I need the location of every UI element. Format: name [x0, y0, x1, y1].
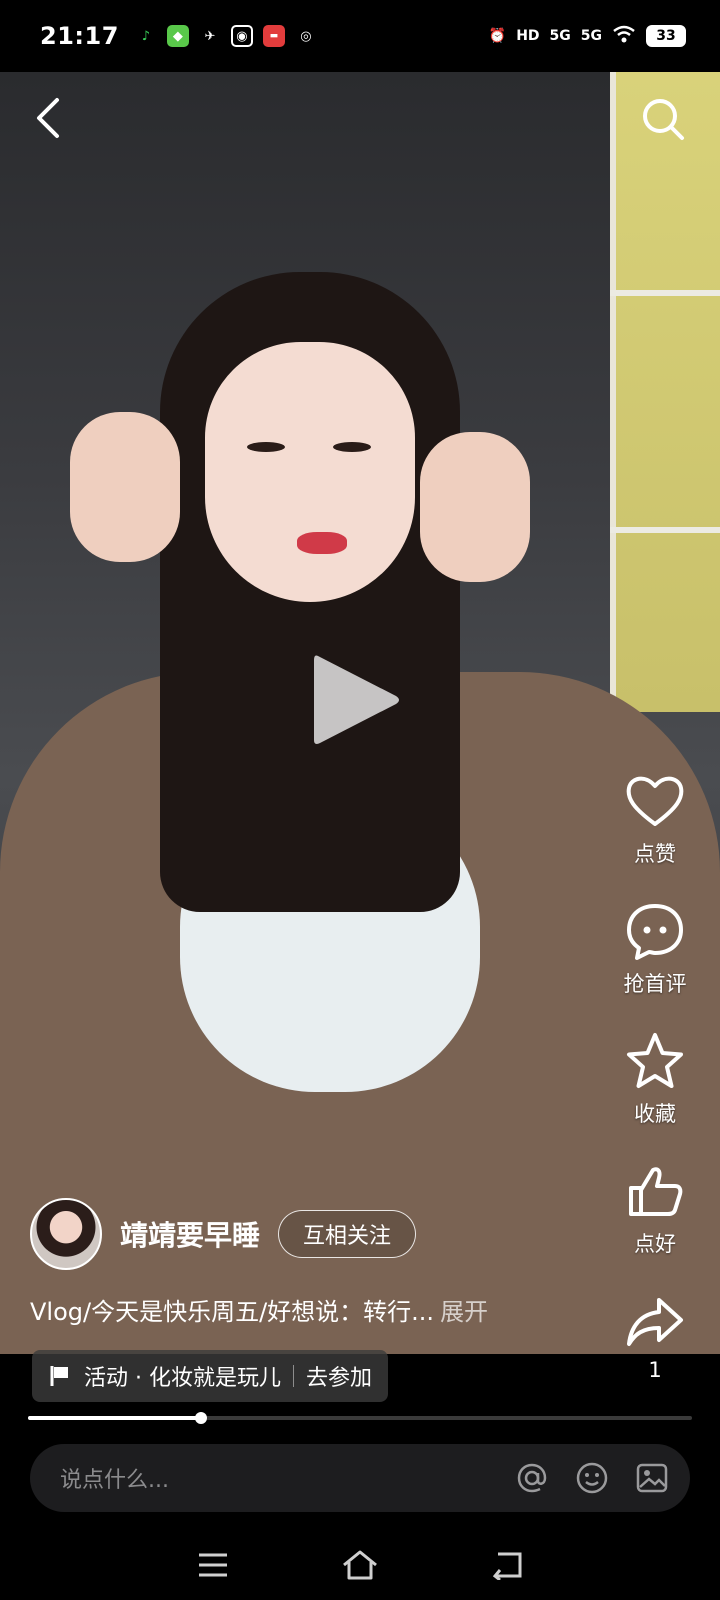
hd-badge: HD — [516, 28, 540, 44]
progress-fill — [28, 1416, 201, 1420]
activity-label: 活动 · 化妆就是玩儿 — [84, 1366, 281, 1391]
alarm-icon: ⏰ — [488, 28, 507, 44]
comment-icon — [627, 904, 683, 960]
good-label: 点好 — [634, 1232, 676, 1256]
music-icon: ♪ — [141, 28, 151, 44]
author-name[interactable]: 靖靖要早睡 — [120, 1214, 260, 1254]
activity-divider — [292, 1365, 294, 1387]
flag-icon — [50, 1366, 68, 1386]
comment-input[interactable]: 说点什么... — [60, 1462, 169, 1494]
join-activity-button[interactable]: 去参加 — [306, 1360, 372, 1392]
system-nav-bar — [0, 1530, 720, 1600]
play-button[interactable] — [308, 650, 408, 750]
news-icon: ▬ — [262, 25, 285, 47]
action-rail: 点赞 抢首评 收藏 点好 1 — [610, 770, 700, 1420]
status-time: 21:17 — [40, 22, 119, 50]
status-app-icons: ♪ ◆ ✈ ◉ ▬ ◎ — [135, 25, 317, 47]
back-button[interactable] — [24, 90, 72, 146]
expand-link[interactable]: 展开 — [440, 1298, 488, 1326]
share-count: 1 — [648, 1358, 662, 1382]
play-icon — [314, 655, 399, 744]
chevron-left-icon — [37, 98, 59, 138]
mouth — [297, 532, 347, 554]
hand-right — [420, 432, 530, 582]
mention-button[interactable] — [514, 1460, 550, 1496]
status-right: ⏰ HD 5G 5G 33 — [489, 25, 686, 47]
avatar[interactable] — [30, 1198, 102, 1270]
follow-label: 互相关注 — [303, 1224, 392, 1249]
eye-left — [247, 442, 285, 452]
like-button[interactable]: 点赞 — [610, 770, 700, 900]
star-icon — [627, 1033, 683, 1088]
eye-right — [333, 442, 371, 452]
home-button[interactable] — [340, 1545, 380, 1585]
thumbs-up-icon — [629, 1167, 683, 1216]
game-icon: ◆ — [166, 25, 189, 47]
like-label: 点赞 — [634, 842, 676, 866]
face — [205, 342, 415, 602]
signal-5g-2: 5G — [580, 28, 602, 44]
share-button[interactable]: 1 — [610, 1290, 700, 1420]
weibo-icon: ◎ — [300, 28, 312, 44]
signal-5g-1: 5G — [549, 28, 571, 44]
caption-text: Vlog/今天是快乐周五/好想说：转行... — [30, 1298, 435, 1326]
heart-icon — [626, 776, 684, 826]
battery-indicator: 33 — [646, 25, 686, 47]
collect-label: 收藏 — [634, 1102, 676, 1126]
smiley-icon — [576, 1462, 608, 1494]
status-bar: 21:17 ♪ ◆ ✈ ◉ ▬ ◎ ⏰ HD 5G 5G 33 — [0, 0, 720, 72]
menu-icon — [199, 1553, 228, 1577]
comment-button[interactable]: 抢首评 — [610, 900, 700, 1030]
activity-chip[interactable]: 活动 · 化妆就是玩儿 去参加 — [32, 1350, 388, 1402]
return-icon — [492, 1552, 522, 1580]
at-icon — [517, 1463, 547, 1493]
video-progress-bar[interactable] — [28, 1412, 692, 1424]
share-arrow-icon — [627, 1298, 683, 1346]
comment-tools — [514, 1460, 670, 1496]
collect-button[interactable]: 收藏 — [610, 1030, 700, 1160]
video-caption[interactable]: Vlog/今天是快乐周五/好想说：转行... 展开 — [30, 1292, 488, 1327]
image-icon — [636, 1463, 668, 1493]
bird-icon: ✈ — [204, 28, 216, 44]
comment-input-bar[interactable]: 说点什么... — [30, 1444, 690, 1512]
progress-knob[interactable] — [194, 1412, 207, 1424]
home-icon — [343, 1550, 377, 1580]
follow-button[interactable]: 互相关注 — [278, 1210, 417, 1258]
comment-label: 抢首评 — [623, 972, 687, 996]
hand-left — [70, 412, 180, 562]
wifi-icon — [612, 25, 636, 47]
back-nav-button[interactable] — [487, 1545, 527, 1585]
search-button[interactable] — [636, 92, 690, 146]
good-button[interactable]: 点好 — [610, 1160, 700, 1290]
author-row: 靖靖要早睡 互相关注 — [30, 1198, 417, 1270]
image-button[interactable] — [634, 1460, 670, 1496]
search-icon — [643, 99, 684, 140]
emoji-button[interactable] — [574, 1460, 610, 1496]
camera-icon: ◉ — [230, 25, 253, 47]
menu-button[interactable] — [193, 1545, 233, 1585]
